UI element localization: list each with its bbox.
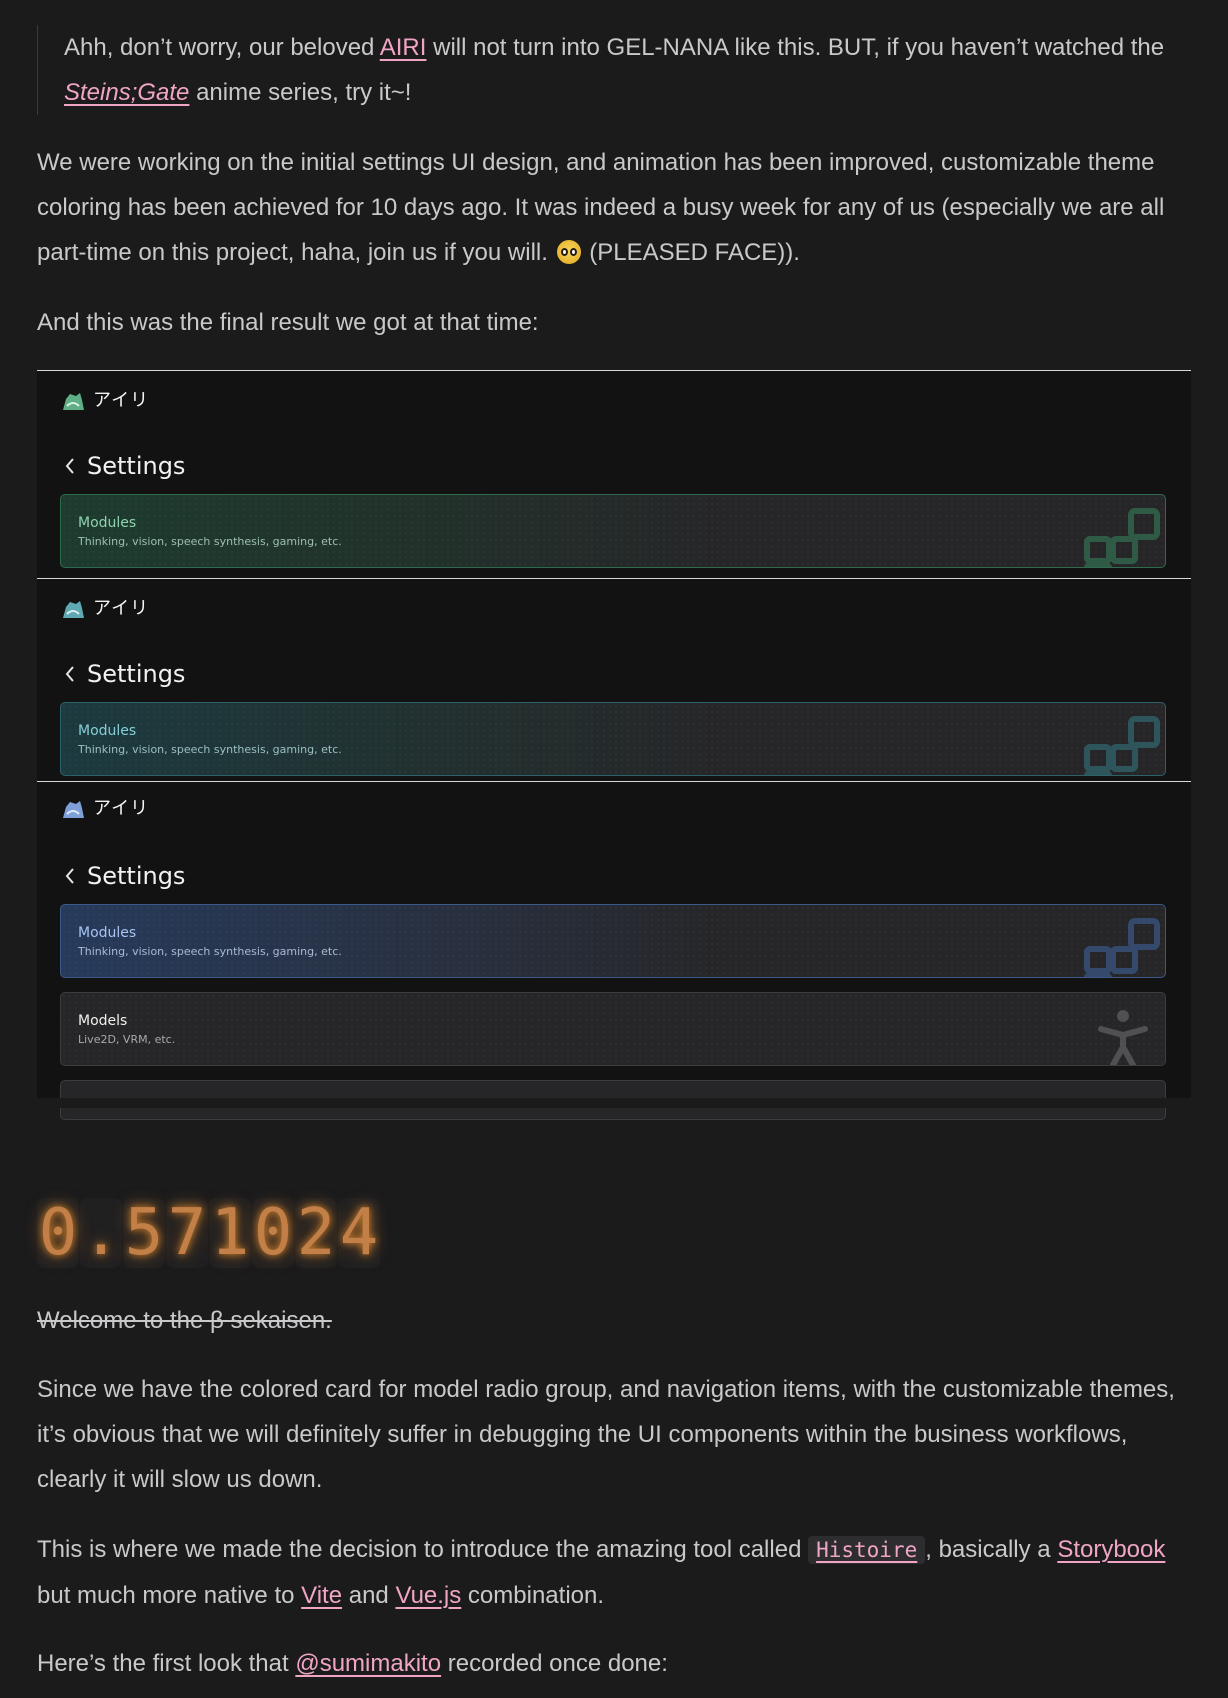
airi-logo-icon: [61, 798, 85, 820]
airi-link[interactable]: AIRI: [380, 34, 427, 61]
histoire-code[interactable]: Histoire: [808, 1536, 926, 1564]
settings-title: Settings: [87, 660, 186, 688]
quote-text-pre: Ahh, don’t worry, our beloved: [64, 34, 380, 61]
screenshot-teal-theme: アイリ Settings Modules Thinking, vision, s…: [37, 578, 1191, 781]
paragraph-first-look: Here’s the first look that @sumimakito r…: [37, 1641, 1197, 1686]
paragraph-text: Here’s the first look that: [37, 1650, 296, 1677]
meter-digit: 1: [210, 1196, 250, 1270]
chevron-left-icon[interactable]: [63, 456, 77, 476]
strikethrough-text: Welcome to the β sekaisen.: [37, 1307, 332, 1334]
paragraph-text: and: [342, 1582, 396, 1609]
histoire-link[interactable]: Histoire: [816, 1538, 917, 1562]
paragraph-text: combination.: [461, 1582, 605, 1609]
modules-grid-icon: [1084, 918, 1160, 977]
paragraph-text: , basically a: [925, 1536, 1058, 1563]
card-title: Models: [78, 1013, 128, 1029]
vuejs-link[interactable]: Vue.js: [395, 1582, 461, 1609]
modules-card[interactable]: Modules Thinking, vision, speech synthes…: [60, 904, 1166, 978]
card-subtitle: Thinking, vision, speech synthesis, gami…: [78, 743, 342, 756]
screenshot-blue-theme: アイリ Settings Modules Thinking, vision, s…: [37, 781, 1191, 1120]
meter-digit: 0: [38, 1196, 78, 1270]
card-subtitle: Live2D, VRM, etc.: [78, 1033, 176, 1046]
meter-digit: 4: [339, 1196, 379, 1270]
app-brand: アイリ: [93, 598, 150, 619]
screenshot-green-theme: アイリ Settings Modules Thinking, vision, s…: [37, 370, 1191, 578]
paragraph-text: This is where we made the decision to in…: [37, 1536, 809, 1563]
paragraph-histoire: This is where we made the decision to in…: [37, 1527, 1197, 1618]
settings-header[interactable]: Settings: [63, 658, 185, 690]
meter-digit: 2: [296, 1196, 336, 1270]
modules-grid-icon: [1084, 508, 1160, 567]
meter-digit: 7: [167, 1196, 207, 1270]
chevron-left-icon[interactable]: [63, 664, 77, 684]
paragraph-debugging: Since we have the colored card for model…: [37, 1376, 1175, 1493]
paragraph-settings-ui: We were working on the initial settings …: [37, 140, 1197, 275]
airi-logo-icon: [61, 598, 85, 620]
paragraph-final-result: And this was the final result we got at …: [37, 309, 539, 336]
card-title: Modules: [78, 723, 137, 739]
app-header: アイリ: [61, 387, 149, 415]
app-brand: アイリ: [93, 390, 150, 411]
paragraph-text: but much more native to: [37, 1582, 302, 1609]
card-subtitle: Thinking, vision, speech synthesis, gami…: [78, 945, 342, 958]
accessibility-person-icon: [1098, 1010, 1148, 1065]
meter-digit: 5: [124, 1196, 164, 1270]
meter-digit: 0: [253, 1196, 293, 1270]
pleading-face-icon: [556, 240, 581, 264]
settings-title: Settings: [87, 862, 186, 890]
divergence-meter: 0 . 5 7 1 0 2 4: [37, 1198, 380, 1268]
app-header: アイリ: [61, 795, 149, 823]
airi-logo-icon: [61, 390, 85, 412]
meter-digit: .: [81, 1196, 121, 1270]
storybook-link[interactable]: Storybook: [1057, 1536, 1165, 1563]
modules-card[interactable]: Modules Thinking, vision, speech synthes…: [60, 702, 1166, 776]
steins-gate-link[interactable]: Steins;Gate: [64, 79, 189, 106]
quote-text-post: anime series, try it~!: [189, 79, 412, 106]
models-card[interactable]: Models Live2D, VRM, etc.: [60, 992, 1166, 1066]
modules-grid-icon: [1084, 716, 1160, 775]
vite-link[interactable]: Vite: [301, 1582, 342, 1609]
modules-card[interactable]: Modules Thinking, vision, speech synthes…: [60, 494, 1166, 568]
app-header: アイリ: [61, 595, 149, 623]
quote-text-mid: will not turn into GEL-NANA like this. B…: [426, 34, 1165, 61]
settings-header[interactable]: Settings: [63, 860, 185, 892]
sumimakito-link[interactable]: @sumimakito: [295, 1650, 441, 1677]
card-title: Modules: [78, 515, 137, 531]
settings-title: Settings: [87, 452, 186, 480]
settings-header[interactable]: Settings: [63, 450, 185, 482]
paragraph-text: recorded once done:: [441, 1650, 668, 1677]
paragraph-tail: (PLEASED FACE)).: [582, 239, 800, 266]
blockquote: Ahh, don’t worry, our beloved AIRI will …: [37, 25, 1187, 115]
app-brand: アイリ: [93, 798, 150, 819]
card-subtitle: Thinking, vision, speech synthesis, gami…: [78, 535, 342, 548]
chevron-left-icon[interactable]: [63, 866, 77, 886]
card-title: Modules: [78, 925, 137, 941]
